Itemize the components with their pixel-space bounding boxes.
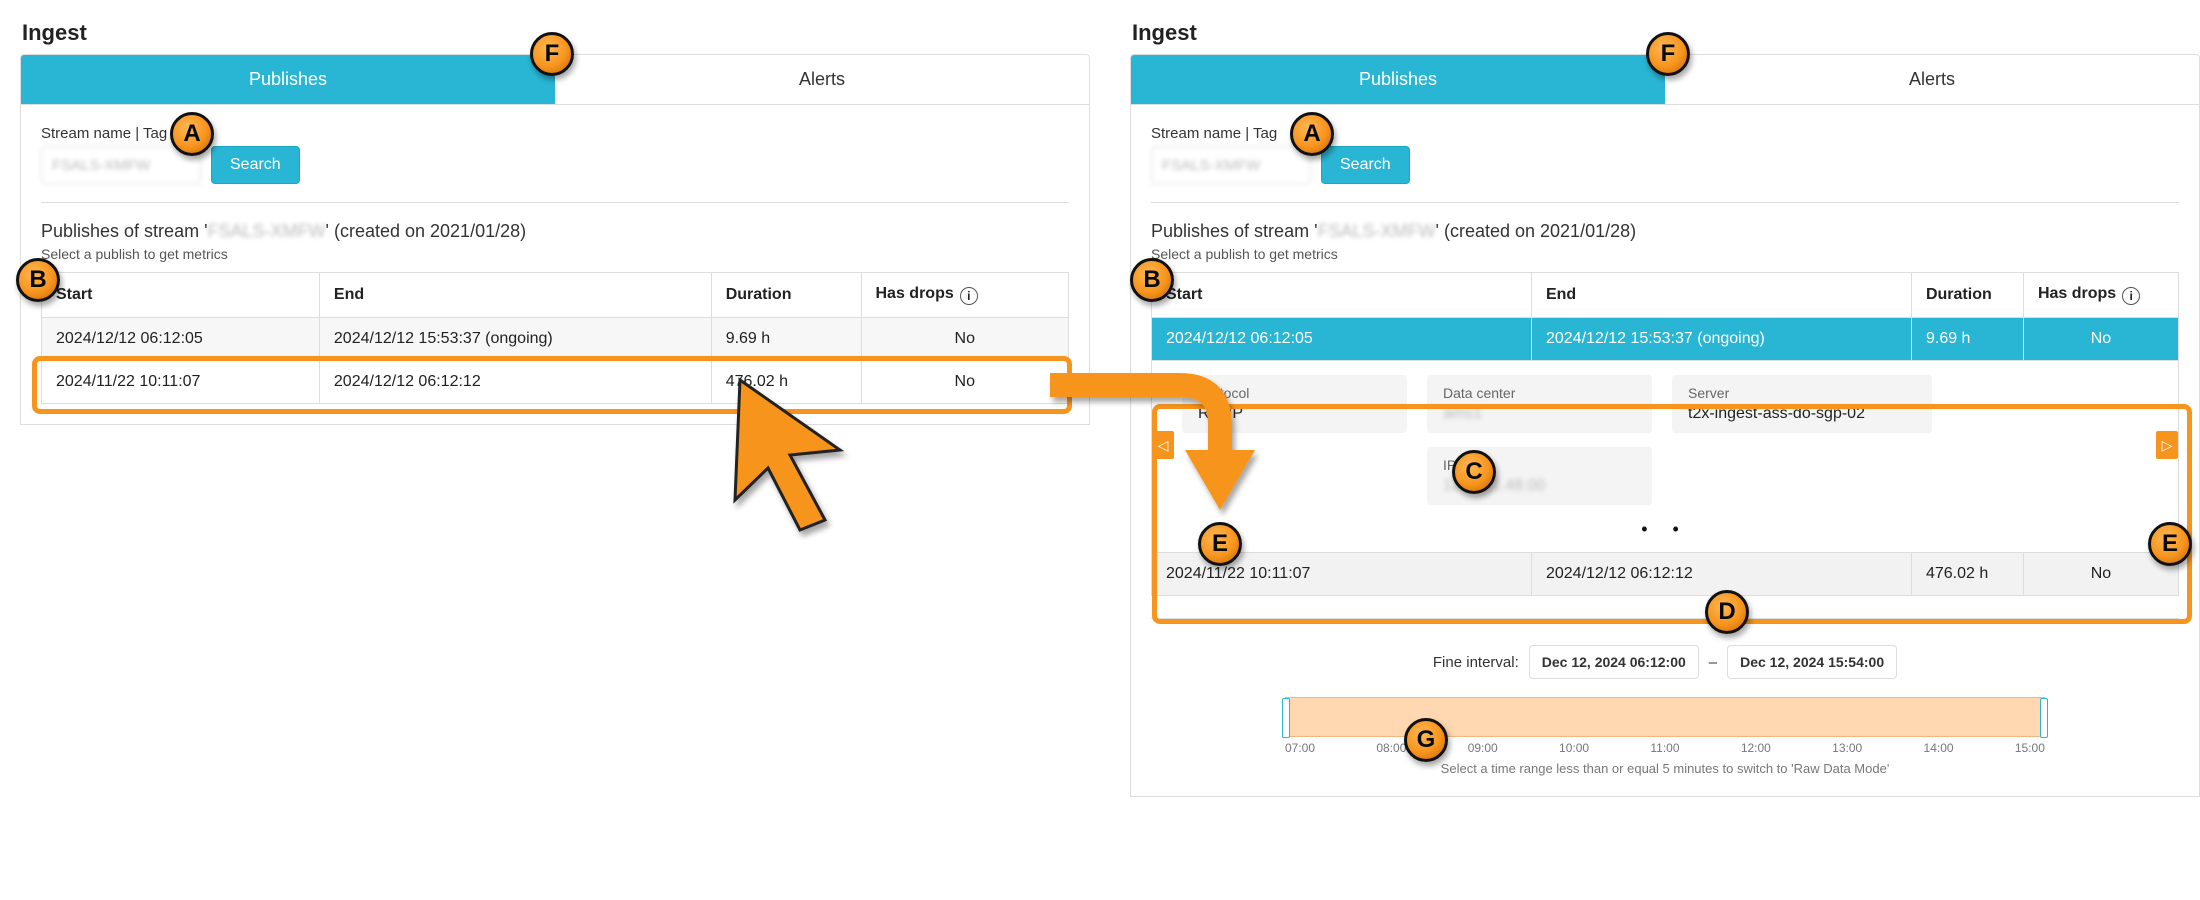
panel-content: Stream name | Tag Search Publishes of st…	[1130, 105, 2200, 797]
card-label: Data center	[1443, 385, 1636, 401]
cell-end: 2024/12/12 15:53:37 (ongoing)	[319, 318, 711, 361]
tab-alerts[interactable]: Alerts	[555, 55, 1089, 104]
stream-search-input[interactable]	[1151, 146, 1311, 184]
tick: 14:00	[1924, 741, 1954, 755]
card-value: ams1	[1443, 405, 1636, 423]
range-hint: Select a time range less than or equal 5…	[1151, 761, 2179, 776]
col-start[interactable]: Start	[1152, 273, 1532, 318]
search-button[interactable]: Search	[1321, 146, 1410, 184]
panel-before: Ingest Publishes Alerts Stream name | Ta…	[20, 20, 1090, 425]
annotation-bubble-d: D	[1705, 590, 1749, 634]
cell-end: 2024/12/12 15:53:37 (ongoing)	[1531, 318, 1911, 361]
publishes-subtitle: Publishes of stream 'FSALS-XMFW' (create…	[41, 221, 1069, 242]
annotation-bubble-f-left: F	[530, 32, 574, 76]
subtitle-prefix: Publishes of stream '	[1151, 221, 1318, 241]
cell-start: 2024/12/12 06:12:05	[42, 318, 320, 361]
cell-duration: 476.02 h	[1911, 553, 2023, 596]
next-page-arrow[interactable]: ▷	[2156, 431, 2178, 459]
col-duration[interactable]: Duration	[711, 273, 861, 318]
publishes-subtitle: Publishes of stream 'FSALS-XMFW' (create…	[1151, 221, 2179, 242]
col-end[interactable]: End	[1531, 273, 1911, 318]
annotation-bubble-f-right: F	[1646, 32, 1690, 76]
publishes-table-expanded: Start End Duration Has dropsi 2024/12/12…	[1151, 272, 2179, 596]
cell-drops: No	[2023, 318, 2178, 361]
subtitle-suffix: ' (created on 2021/01/28)	[326, 221, 527, 241]
tick: 11:00	[1650, 741, 1679, 755]
tab-publishes[interactable]: Publishes	[21, 55, 555, 104]
tab-publishes[interactable]: Publishes	[1131, 55, 1665, 104]
subtitle-stream: FSALS-XMFW	[1318, 221, 1436, 241]
annotation-bubble-a-left: A	[170, 112, 214, 156]
annotation-bubble-b-left: B	[16, 258, 60, 302]
range-handle-left[interactable]	[1282, 698, 1290, 738]
stream-search-input[interactable]	[41, 146, 201, 184]
publishes-table: Start End Duration Has dropsi 2024/12/12…	[41, 272, 1069, 404]
select-hint: Select a publish to get metrics	[1151, 246, 2179, 262]
table-row[interactable]: 2024/12/12 06:12:05 2024/12/12 15:53:37 …	[42, 318, 1069, 361]
table-row-selected[interactable]: 2024/12/12 06:12:05 2024/12/12 15:53:37 …	[1152, 318, 2179, 361]
col-drops[interactable]: Has dropsi	[861, 273, 1069, 318]
interval-separator: –	[1709, 654, 1717, 671]
tick: 09:00	[1468, 741, 1498, 755]
time-ticks: 07:00 08:00 09:00 10:00 11:00 12:00 13:0…	[1285, 741, 2045, 755]
pagination-dots[interactable]: • •	[1182, 519, 2148, 540]
annotation-bubble-c: C	[1452, 450, 1496, 494]
info-icon[interactable]: i	[960, 287, 978, 305]
interval-to[interactable]: Dec 12, 2024 15:54:00	[1727, 645, 1897, 679]
cell-drops: No	[861, 318, 1069, 361]
tick: 12:00	[1741, 741, 1771, 755]
subtitle-suffix: ' (created on 2021/01/28)	[1436, 221, 1637, 241]
interval-label: Fine interval:	[1433, 654, 1519, 671]
subtitle-prefix: Publishes of stream '	[41, 221, 208, 241]
tick: 07:00	[1285, 741, 1315, 755]
interval-from[interactable]: Dec 12, 2024 06:12:00	[1529, 645, 1699, 679]
tick: 10:00	[1559, 741, 1589, 755]
prev-page-arrow[interactable]: ◁	[1152, 431, 1174, 459]
col-drops[interactable]: Has dropsi	[2023, 273, 2178, 318]
tick: 13:00	[1832, 741, 1862, 755]
annotation-bubble-b-right: B	[1130, 258, 1174, 302]
annotation-bubble-e-right: E	[2148, 522, 2192, 566]
cell-start: 2024/11/22 10:11:07	[42, 361, 320, 404]
col-end[interactable]: End	[319, 273, 711, 318]
card-datacenter: Data center ams1	[1427, 375, 1652, 433]
fine-interval-section: Fine interval: Dec 12, 2024 06:12:00 – D…	[1151, 645, 2179, 776]
cell-end: 2024/12/12 06:12:12	[1531, 553, 1911, 596]
annotation-bubble-g: G	[1404, 718, 1448, 762]
col-duration[interactable]: Duration	[1911, 273, 2023, 318]
divider	[41, 202, 1069, 203]
table-row[interactable]: 2024/11/22 10:11:07 2024/12/12 06:12:12 …	[1152, 553, 2179, 596]
search-field-wrapper: Stream name | Tag	[1151, 125, 1311, 184]
search-label: Stream name | Tag	[1151, 125, 1311, 142]
card-value: t2x-ingest-ass-do-sgp-02	[1688, 405, 1916, 423]
cell-start: 2024/12/12 06:12:05	[1152, 318, 1532, 361]
range-handle-right[interactable]	[2040, 698, 2048, 738]
time-range-slider[interactable]	[1285, 697, 2045, 737]
tick: 08:00	[1376, 741, 1406, 755]
search-button[interactable]: Search	[211, 146, 300, 184]
tab-alerts[interactable]: Alerts	[1665, 55, 2199, 104]
tick: 15:00	[2015, 741, 2045, 755]
cell-duration: 9.69 h	[711, 318, 861, 361]
annotation-bubble-e-left: E	[1198, 522, 1242, 566]
col-start[interactable]: Start	[42, 273, 320, 318]
annotation-bubble-a-right: A	[1290, 112, 1334, 156]
card-label: Protocol	[1198, 385, 1391, 401]
info-icon[interactable]: i	[2122, 287, 2140, 305]
card-value: RTMP	[1198, 405, 1391, 423]
divider	[1151, 618, 2179, 619]
cell-duration: 476.02 h	[711, 361, 861, 404]
divider	[1151, 202, 2179, 203]
cell-duration: 9.69 h	[1911, 318, 2023, 361]
select-hint: Select a publish to get metrics	[41, 246, 1069, 262]
table-row[interactable]: 2024/11/22 10:11:07 2024/12/12 06:12:12 …	[42, 361, 1069, 404]
card-label: Server	[1688, 385, 1916, 401]
subtitle-stream: FSALS-XMFW	[208, 221, 326, 241]
card-server: Server t2x-ingest-ass-do-sgp-02	[1672, 375, 1932, 433]
cell-end: 2024/12/12 06:12:12	[319, 361, 711, 404]
detail-expansion-row: ◁ ▷ Protocol RTMP Data center	[1152, 361, 2179, 553]
cell-drops: No	[861, 361, 1069, 404]
publish-details: ◁ ▷ Protocol RTMP Data center	[1152, 361, 2178, 552]
card-protocol: Protocol RTMP	[1182, 375, 1407, 433]
